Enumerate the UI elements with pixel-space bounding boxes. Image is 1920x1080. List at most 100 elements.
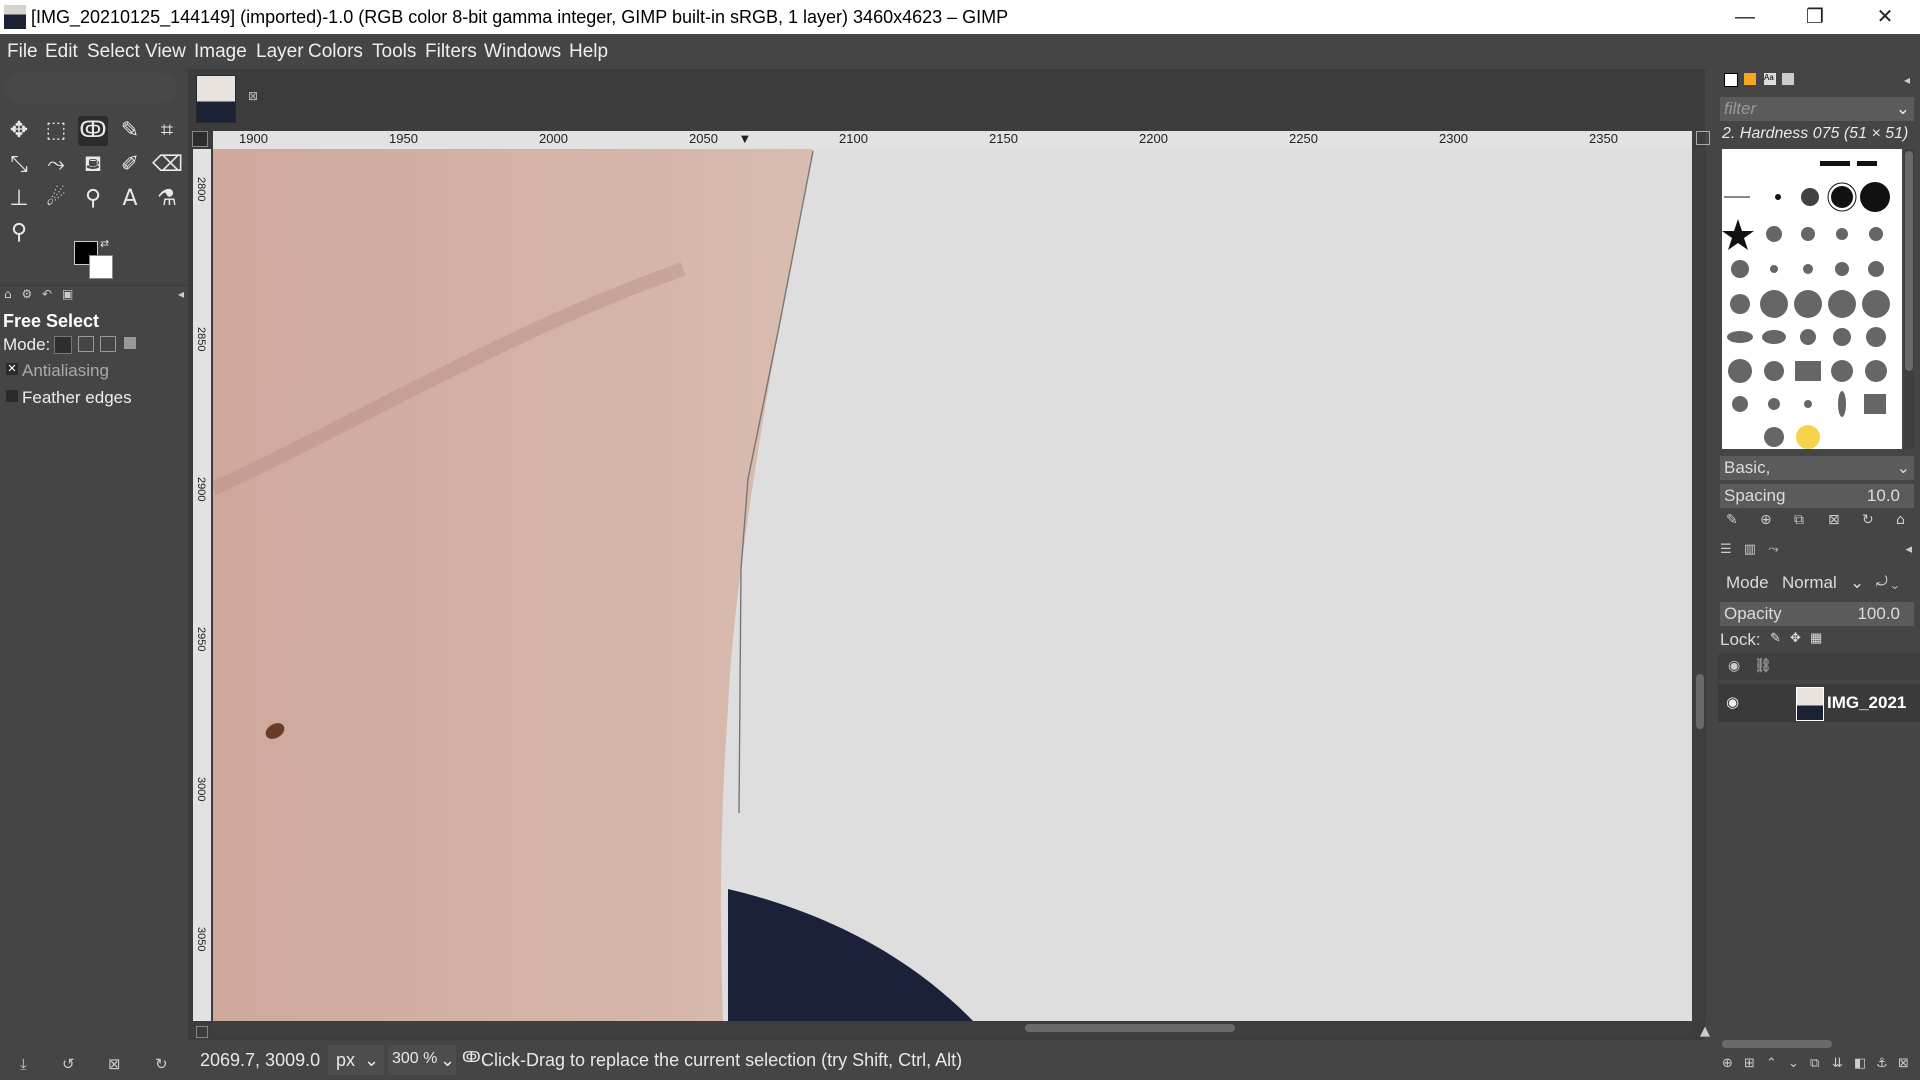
move-tool-icon[interactable]: ✥	[4, 116, 34, 146]
layer-row[interactable]: ◉ IMG_2021	[1718, 684, 1920, 722]
horizontal-scroll-thumb[interactable]	[1025, 1024, 1235, 1032]
vertical-scroll-thumb[interactable]	[1696, 674, 1704, 729]
layer-mode-select[interactable]: Normal ⌄	[1778, 568, 1868, 596]
restore-button[interactable]: ❐	[1780, 0, 1850, 34]
menu-filters[interactable]: Filters	[425, 41, 477, 63]
zoom-lock-icon[interactable]	[1696, 131, 1710, 145]
lock-alpha-icon[interactable]: ▦	[1810, 630, 1822, 646]
mode-replace-button[interactable]	[54, 336, 72, 354]
mode-subtract-button[interactable]	[100, 336, 116, 352]
color-picker-icon[interactable]: ⚗	[152, 184, 182, 214]
free-select-icon[interactable]: ↂ	[78, 116, 108, 146]
channels-tab-icon[interactable]: ▥	[1744, 542, 1756, 557]
duplicate-layer-icon[interactable]: ⧉	[1810, 1056, 1819, 1071]
duplicate-brush-icon[interactable]: ⧉	[1794, 512, 1804, 528]
reset-options-icon[interactable]: ↻	[155, 1055, 168, 1073]
raise-layer-icon[interactable]: ⌃	[1766, 1056, 1777, 1071]
delete-brush-icon[interactable]: ⊠	[1828, 512, 1840, 528]
vertical-scrollbar[interactable]	[1694, 149, 1706, 1021]
new-brush-icon[interactable]: ⊕	[1760, 512, 1772, 528]
lower-layer-icon[interactable]: ⌄	[1788, 1056, 1799, 1071]
mode-add-button[interactable]	[78, 336, 94, 352]
paths-icon[interactable]: ⚲	[78, 184, 108, 214]
antialiasing-checkbox[interactable]: ✕	[6, 363, 18, 375]
new-layer-icon[interactable]: ⊕	[1722, 1056, 1733, 1071]
paintbrush-icon[interactable]: ✐	[115, 150, 145, 180]
paths-tab-icon[interactable]: ⤳	[1768, 542, 1778, 557]
warp-icon[interactable]: ⤳	[41, 150, 71, 180]
fuzzy-select-icon[interactable]: ✎	[115, 116, 145, 146]
zoom-select[interactable]: 300 % ⌄	[388, 1045, 456, 1075]
menu-view[interactable]: View	[145, 41, 186, 63]
eye-icon[interactable]: ◉	[1726, 693, 1739, 711]
menu-file[interactable]: File	[7, 41, 38, 63]
undo-history-tab-icon[interactable]: ↶	[42, 287, 52, 301]
bg-color-swatch[interactable]	[89, 255, 113, 279]
menu-select[interactable]: Select	[87, 41, 140, 63]
text-tool-icon[interactable]: A	[115, 184, 145, 214]
configure-tab-icon[interactable]: ◂	[178, 287, 184, 301]
brush-tag-select[interactable]: Basic, ⌄	[1720, 456, 1914, 480]
layer-name[interactable]: IMG_2021	[1827, 693, 1906, 713]
refresh-brushes-icon[interactable]: ↻	[1862, 512, 1874, 528]
smudge-icon[interactable]: ☄	[41, 184, 71, 214]
swap-colors-icon[interactable]: ⇄	[100, 237, 109, 250]
quick-mask-toggle[interactable]	[196, 1026, 208, 1038]
image-tab-thumbnail[interactable]	[196, 75, 236, 123]
restore-options-icon[interactable]: ↺	[62, 1055, 75, 1073]
dock-configure-icon[interactable]: ◂	[1904, 73, 1910, 87]
delete-layer-icon[interactable]: ⊠	[1898, 1056, 1909, 1071]
transform-icon[interactable]: ⤡	[4, 150, 34, 180]
navigate-icon[interactable]: ▲	[1700, 1024, 1710, 1039]
edit-brush-icon[interactable]: ✎	[1726, 512, 1738, 528]
crop-icon[interactable]: ⌗	[152, 116, 182, 146]
new-group-icon[interactable]: ⊞	[1744, 1056, 1755, 1071]
menu-edit[interactable]: Edit	[45, 41, 78, 63]
spacing-slider[interactable]: Spacing 10.0	[1720, 484, 1914, 508]
brushes-tab-icon[interactable]	[1724, 73, 1738, 87]
mode-intersect-button[interactable]	[124, 337, 136, 349]
rect-select-icon[interactable]: ⬚	[41, 116, 71, 146]
feather-edges-checkbox[interactable]	[6, 390, 18, 402]
unit-select[interactable]: px ⌄	[328, 1045, 384, 1075]
device-status-tab-icon[interactable]: ⚙	[21, 287, 32, 301]
layers-scrollbar[interactable]	[1722, 1040, 1832, 1048]
open-brush-icon[interactable]: ⌂	[1896, 512, 1905, 528]
brush-scrollbar[interactable]	[1904, 149, 1914, 449]
menu-windows[interactable]: Windows	[484, 41, 561, 63]
menu-colors[interactable]: Colors	[308, 41, 363, 63]
layers-configure-icon[interactable]: ◂	[1905, 542, 1912, 557]
opacity-slider[interactable]: Opacity 100.0	[1720, 602, 1914, 626]
document-history-tab-icon[interactable]	[1782, 73, 1794, 85]
menu-image[interactable]: Image	[194, 41, 247, 63]
merge-layer-icon[interactable]: ⇊	[1832, 1056, 1843, 1071]
fonts-tab-icon[interactable]: Aa	[1764, 73, 1776, 85]
image-canvas[interactable]	[213, 149, 1692, 1021]
close-image-tab-icon[interactable]: ⊠	[248, 89, 258, 103]
lock-pixels-icon[interactable]: ✎	[1770, 630, 1781, 646]
lock-position-icon[interactable]: ✥	[1790, 630, 1801, 646]
brush-filter-input[interactable]: filter ⌄	[1720, 97, 1914, 121]
tool-options-tab-icon[interactable]: ⌂	[4, 287, 12, 301]
delete-options-icon[interactable]: ⊠	[108, 1055, 121, 1073]
menu-help[interactable]: Help	[569, 41, 608, 63]
clone-icon[interactable]: ⊥	[4, 184, 34, 214]
eraser-icon[interactable]: ⌫	[152, 150, 183, 180]
brush-previews[interactable]	[1722, 149, 1902, 449]
zoom-icon[interactable]: ⚲	[4, 218, 34, 248]
menu-layer[interactable]: Layer	[256, 41, 304, 63]
image-content[interactable]	[213, 149, 1692, 1021]
patterns-tab-icon[interactable]	[1744, 73, 1756, 85]
close-button[interactable]: ✕	[1850, 0, 1920, 34]
bucket-fill-icon[interactable]: ⛾	[78, 150, 108, 180]
layer-mode-switch-icon[interactable]: ⤾ ⌄	[1876, 573, 1898, 590]
save-options-icon[interactable]: ⤓	[20, 1055, 27, 1073]
brush-grid[interactable]	[1722, 149, 1902, 449]
images-tab-icon[interactable]: ▣	[62, 287, 73, 301]
brush-scroll-thumb[interactable]	[1905, 151, 1913, 371]
mask-layer-icon[interactable]: ◧	[1854, 1056, 1866, 1071]
anchor-layer-icon[interactable]: ⚓	[1876, 1056, 1888, 1071]
menu-tools[interactable]: Tools	[372, 41, 416, 63]
horizontal-scrollbar[interactable]	[213, 1022, 1692, 1034]
minimize-button[interactable]: —	[1710, 0, 1780, 34]
